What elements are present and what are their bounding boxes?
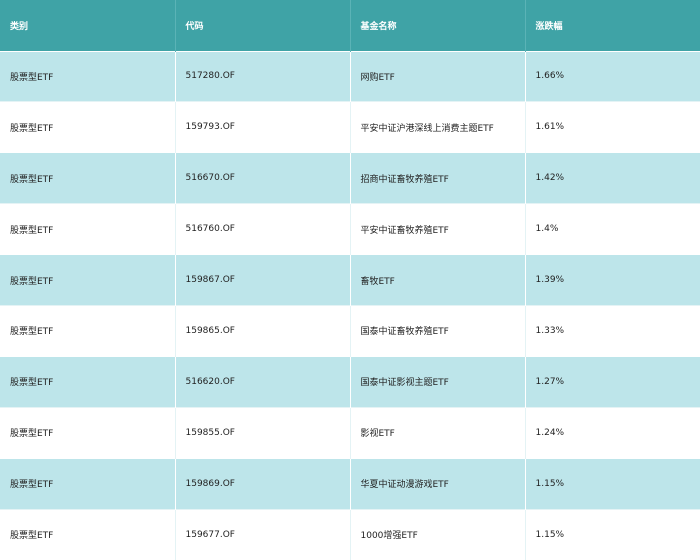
- header-change[interactable]: 涨跌幅: [525, 0, 700, 51]
- header-row: 类别 代码 基金名称 涨跌幅: [0, 0, 700, 51]
- cell-category: 股票型ETF: [0, 50, 176, 102]
- cell-code: 516670.OF: [175, 152, 351, 204]
- cell-code: 159867.OF: [175, 254, 351, 306]
- table-row: 股票型ETF 516670.OF 招商中证畜牧养殖ETF 1.42%: [0, 152, 700, 204]
- cell-change: 1.61%: [525, 101, 700, 153]
- table-header: 类别 代码 基金名称 涨跌幅: [0, 0, 700, 51]
- cell-category: 股票型ETF: [0, 304, 176, 357]
- table-body: 股票型ETF 517280.OF 网购ETF 1.66% 股票型ETF 1597…: [0, 50, 700, 560]
- cell-code: 516760.OF: [175, 203, 351, 255]
- cell-change: 1.4%: [525, 203, 700, 255]
- cell-category: 股票型ETF: [0, 406, 176, 459]
- header-category[interactable]: 类别: [0, 0, 176, 51]
- cell-category: 股票型ETF: [0, 254, 176, 306]
- cell-fund-name: 平安中证沪港深线上消费主题ETF: [350, 101, 526, 153]
- cell-fund-name: 畜牧ETF: [350, 254, 526, 306]
- cell-category: 股票型ETF: [0, 152, 176, 204]
- table-row: 股票型ETF 159865.OF 国泰中证畜牧养殖ETF 1.33%: [0, 304, 700, 357]
- cell-category: 股票型ETF: [0, 508, 176, 560]
- cell-category: 股票型ETF: [0, 355, 176, 408]
- cell-category: 股票型ETF: [0, 101, 176, 153]
- cell-code: 159865.OF: [175, 304, 351, 357]
- cell-fund-name: 国泰中证畜牧养殖ETF: [350, 304, 526, 357]
- cell-fund-name: 招商中证畜牧养殖ETF: [350, 152, 526, 204]
- cell-code: 159793.OF: [175, 101, 351, 153]
- cell-fund-name: 华夏中证动漫游戏ETF: [350, 457, 526, 510]
- cell-change: 1.39%: [525, 254, 700, 306]
- cell-change: 1.42%: [525, 152, 700, 204]
- cell-fund-name: 平安中证畜牧养殖ETF: [350, 203, 526, 255]
- cell-category: 股票型ETF: [0, 203, 176, 255]
- cell-code: 159869.OF: [175, 457, 351, 510]
- table-row: 股票型ETF 516620.OF 国泰中证影视主题ETF 1.27%: [0, 355, 700, 408]
- fund-table: 类别 代码 基金名称 涨跌幅 股票型ETF 517280.OF 网购ETF 1.…: [0, 0, 700, 560]
- header-code[interactable]: 代码: [175, 0, 351, 51]
- header-fund-name[interactable]: 基金名称: [350, 0, 526, 51]
- table-row: 股票型ETF 159855.OF 影视ETF 1.24%: [0, 406, 700, 459]
- cell-fund-name: 国泰中证影视主题ETF: [350, 355, 526, 408]
- table-row: 股票型ETF 517280.OF 网购ETF 1.66%: [0, 50, 700, 102]
- cell-fund-name: 网购ETF: [350, 50, 526, 102]
- cell-category: 股票型ETF: [0, 457, 176, 510]
- cell-change: 1.27%: [525, 355, 700, 408]
- table-row: 股票型ETF 516760.OF 平安中证畜牧养殖ETF 1.4%: [0, 203, 700, 255]
- cell-change: 1.24%: [525, 406, 700, 459]
- table-row: 股票型ETF 159793.OF 平安中证沪港深线上消费主题ETF 1.61%: [0, 101, 700, 153]
- table-row: 股票型ETF 159867.OF 畜牧ETF 1.39%: [0, 254, 700, 306]
- cell-code: 516620.OF: [175, 355, 351, 408]
- cell-code: 159677.OF: [175, 508, 351, 560]
- table-row: 股票型ETF 159677.OF 1000增强ETF 1.15%: [0, 508, 700, 560]
- cell-change: 1.33%: [525, 304, 700, 357]
- cell-change: 1.66%: [525, 50, 700, 102]
- table-row: 股票型ETF 159869.OF 华夏中证动漫游戏ETF 1.15%: [0, 457, 700, 510]
- cell-code: 517280.OF: [175, 50, 351, 102]
- cell-fund-name: 1000增强ETF: [350, 508, 526, 560]
- cell-change: 1.15%: [525, 508, 700, 560]
- cell-change: 1.15%: [525, 457, 700, 510]
- cell-fund-name: 影视ETF: [350, 406, 526, 459]
- cell-code: 159855.OF: [175, 406, 351, 459]
